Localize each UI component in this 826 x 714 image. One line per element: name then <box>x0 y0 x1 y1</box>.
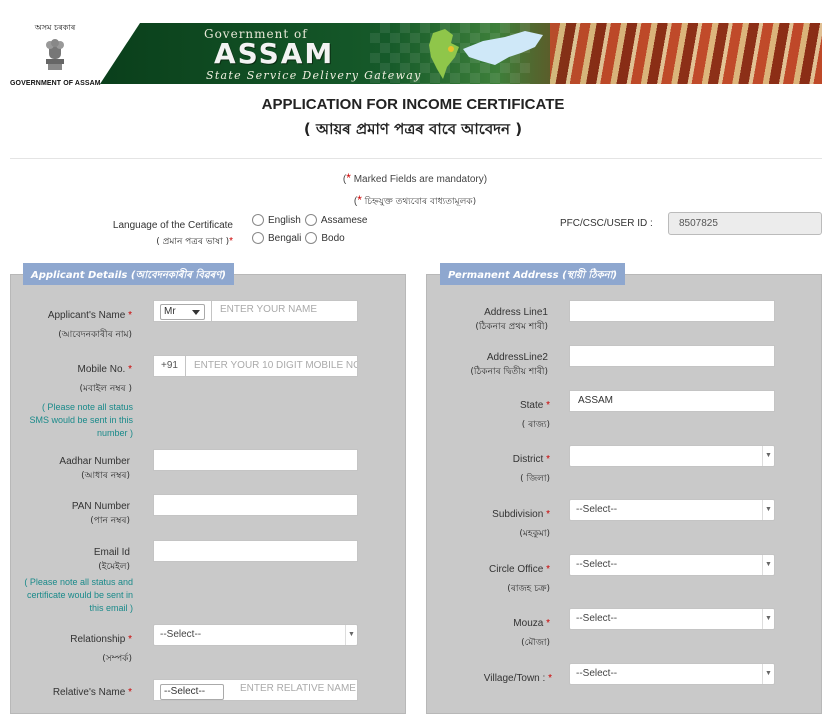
banner-line3: State Service Delivery Gateway <box>206 69 422 82</box>
subdivision-label: Subdivision * (মহকুমা) <box>492 509 550 539</box>
aadhar-label: Aadhar Number (আধাৰ নম্বৰ) <box>59 456 130 481</box>
mouza-label: Mouza * (মৌজা) <box>513 618 550 648</box>
email-note: ( Please note all status and certificate… <box>24 577 133 613</box>
india-map-icon <box>429 29 543 79</box>
pan-label: PAN Number (পান নম্বৰ) <box>71 501 130 526</box>
pfc-id-field: 8507825 <box>668 212 822 235</box>
circle-office-select[interactable]: --Select-- ▼ <box>569 554 775 576</box>
mouza-select[interactable]: --Select-- ▼ <box>569 608 775 630</box>
mandatory-note-en: (* Marked Fields are mandatory) <box>342 171 488 185</box>
emblem-script: অসম চৰকাৰ <box>34 23 76 32</box>
radio-assamese[interactable]: Assamese <box>304 214 368 226</box>
divider <box>10 158 822 159</box>
title-select[interactable]: Mr <box>160 304 205 320</box>
relative-name-input[interactable]: ENTER RELATIVE NAME <box>232 679 358 701</box>
language-radio-group: English Assamese Bengali Bodo <box>252 211 382 247</box>
radio-circle-icon[interactable] <box>305 232 318 244</box>
applicant-name-label: Applicant's Name * (আবেদনকাৰীৰ নাম) <box>47 310 132 340</box>
mobile-label: Mobile No. * (মবাইল নম্বৰ ) <box>77 364 133 394</box>
circle-office-label: Circle Office * (ৰাজহ চক্ৰ) <box>489 564 550 594</box>
address-line1-label: Address Line1 (ঠিকনাৰ প্ৰথম শাৰী) <box>475 307 548 332</box>
chevron-down-icon: ▼ <box>762 609 774 629</box>
village-town-select[interactable]: --Select-- ▼ <box>569 663 775 685</box>
radio-circle-icon[interactable] <box>252 232 264 244</box>
language-label: Language of the Certificate ( প্ৰমান পত্… <box>112 220 233 247</box>
radio-bengali[interactable]: Bengali <box>252 232 301 244</box>
chevron-down-icon: ▼ <box>762 664 774 684</box>
page-title: APPLICATION FOR INCOME CERTIFICATE <box>261 96 565 113</box>
header-banner: Government of ASSAM State Service Delive… <box>100 23 822 84</box>
subdivision-select[interactable]: --Select-- ▼ <box>569 499 775 521</box>
emblem-caption: GOVERNMENT OF ASSAM <box>10 80 101 87</box>
relative-title-select[interactable]: --Select-- <box>160 684 224 700</box>
chevron-down-icon: ▼ <box>762 500 774 520</box>
banner-line2: ASSAM <box>214 37 335 70</box>
mobile-prefix: +91 <box>153 355 186 377</box>
relationship-label: Relationship * (সম্পৰ্ক) <box>70 634 132 664</box>
relationship-select[interactable]: --Select-- ▼ <box>153 624 358 646</box>
chevron-down-icon: ▼ <box>345 625 357 645</box>
district-select[interactable]: ▼ <box>569 445 775 467</box>
mobile-note: ( Please note all status SMS would be se… <box>29 402 133 438</box>
site-header: অসম চৰকাৰ GOVERNMENT OF ASSAM Government… <box>0 0 826 92</box>
email-input[interactable] <box>153 540 358 562</box>
address-line2-label: AddressLine2 (ঠিকনাৰ দ্বিতীয় শাৰী) <box>470 352 548 377</box>
district-label: District * ( জিলা) <box>512 454 550 484</box>
applicant-name-input[interactable]: ENTER YOUR NAME <box>212 300 358 322</box>
chevron-down-icon <box>192 310 200 315</box>
mobile-input[interactable]: ENTER YOUR 10 DIGIT MOBILE NO <box>185 355 358 377</box>
radio-circle-icon[interactable] <box>304 214 317 226</box>
state-label: State * ( ৰাজ্য) <box>519 400 550 430</box>
pfc-label: PFC/CSC/USER ID : <box>560 218 653 229</box>
pan-input[interactable] <box>153 494 358 516</box>
radio-bodo[interactable]: Bodo <box>305 232 345 244</box>
permanent-address-heading: Permanent Address (স্থায়ী ঠিকনা) <box>440 263 626 285</box>
radio-english[interactable]: English <box>252 214 301 226</box>
state-input[interactable]: ASSAM <box>569 390 775 412</box>
mandatory-note-bn: (* চিহ্নযুক্ত তথ্যবোৰ বাধ্যতামূলক) <box>353 193 477 207</box>
address-line2-input[interactable] <box>569 345 775 367</box>
radio-circle-icon[interactable] <box>252 214 264 226</box>
banner-dancers-image <box>550 23 822 84</box>
address-line1-input[interactable] <box>569 300 775 322</box>
govt-emblem: অসম চৰকাৰ GOVERNMENT OF ASSAM <box>10 22 101 87</box>
relative-name-label: Relative's Name * <box>52 687 132 698</box>
ashoka-emblem-icon <box>46 39 64 70</box>
village-town-label: Village/Town : * <box>483 673 552 684</box>
applicant-details-heading: Applicant Details (আবেদনকাৰীৰ বিৱৰণ) <box>23 263 234 285</box>
email-label: Email Id (ইমেইল) <box>93 547 130 572</box>
chevron-down-icon: ▼ <box>762 555 774 575</box>
page-subtitle: ( আয়ৰ প্ৰমাণ পত্ৰৰ বাবে আবেদন ) <box>303 120 523 138</box>
aadhar-input[interactable] <box>153 449 358 471</box>
chevron-down-icon: ▼ <box>762 446 774 466</box>
